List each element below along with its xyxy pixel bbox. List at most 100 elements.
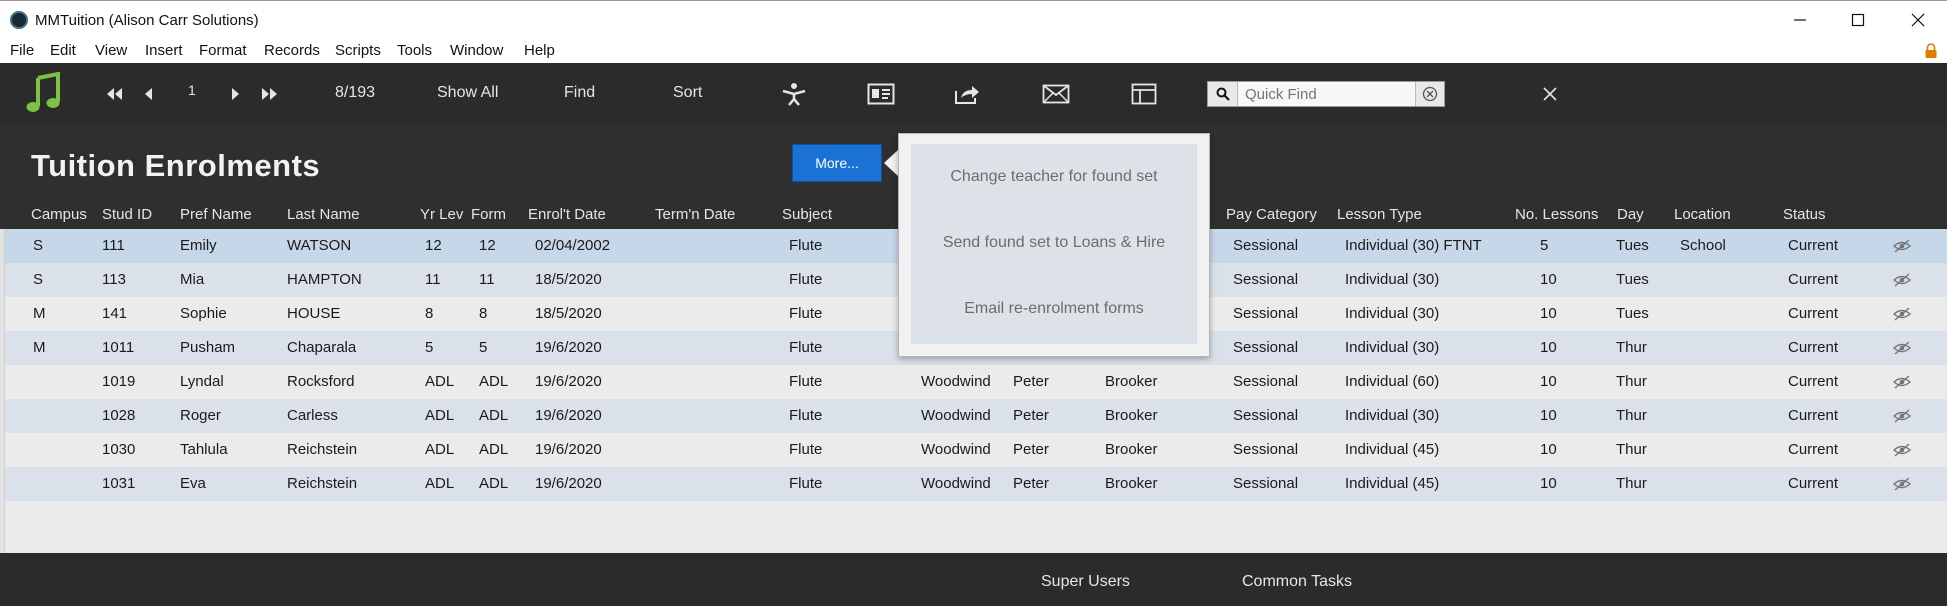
menu-file[interactable]: File xyxy=(10,42,34,59)
cell-pref-name[interactable]: Mia xyxy=(180,271,204,288)
eye-hidden-icon[interactable] xyxy=(1892,408,1912,424)
cell-pref-name[interactable]: Sophie xyxy=(180,305,227,322)
column-header-location[interactable]: Location xyxy=(1674,206,1731,223)
cell-teacher-last-name[interactable]: Brooker xyxy=(1105,475,1158,492)
cell-department[interactable]: Woodwind xyxy=(921,441,991,458)
cell-last-name[interactable]: Reichstein xyxy=(287,441,357,458)
table-row[interactable]: 1030 Tahlula Reichstein ADL ADL 19/6/2020 Flut… xyxy=(5,433,1947,467)
super-users-button[interactable]: Super Users xyxy=(1041,573,1130,591)
last-record-icon[interactable] xyxy=(260,81,278,107)
cell-enrol-date[interactable]: 18/5/2020 xyxy=(535,271,602,288)
email-icon[interactable] xyxy=(1042,81,1070,107)
email-re-enrolment-button[interactable]: Email re-enrolment forms xyxy=(911,289,1197,329)
eye-hidden-icon[interactable] xyxy=(1892,272,1912,288)
cell-pay-category[interactable]: Sessional xyxy=(1233,407,1298,424)
cell-form[interactable]: ADL xyxy=(479,441,508,458)
contact-card-icon[interactable] xyxy=(867,81,895,107)
cell-department[interactable]: Woodwind xyxy=(921,407,991,424)
eye-hidden-icon[interactable] xyxy=(1892,340,1912,356)
cell-last-name[interactable]: Reichstein xyxy=(287,475,357,492)
cell-pref-name[interactable]: Lyndal xyxy=(180,373,224,390)
cell-lesson-type[interactable]: Individual (60) xyxy=(1345,373,1439,390)
cell-lesson-type[interactable]: Individual (30) xyxy=(1345,305,1439,322)
cell-yr-lev[interactable]: ADL xyxy=(425,441,454,458)
cell-subject[interactable]: Flute xyxy=(789,475,822,492)
menu-help[interactable]: Help xyxy=(524,42,555,59)
cell-last-name[interactable]: Carless xyxy=(287,407,338,424)
next-record-icon[interactable] xyxy=(230,81,240,107)
common-tasks-button[interactable]: Common Tasks xyxy=(1242,573,1352,591)
menu-view[interactable]: View xyxy=(95,42,127,59)
column-header-campus[interactable]: Campus xyxy=(31,206,87,223)
cell-pay-category[interactable]: Sessional xyxy=(1233,237,1298,254)
cell-enrol-date[interactable]: 19/6/2020 xyxy=(535,407,602,424)
eye-hidden-icon[interactable] xyxy=(1892,442,1912,458)
column-header-last-name[interactable]: Last Name xyxy=(287,206,360,223)
cell-pref-name[interactable]: Emily xyxy=(180,237,217,254)
column-header-enrol-date[interactable]: Enrol't Date xyxy=(528,206,606,223)
cell-no-lessons[interactable]: 10 xyxy=(1540,271,1557,288)
cell-department[interactable]: Woodwind xyxy=(921,373,991,390)
eye-hidden-icon[interactable] xyxy=(1892,306,1912,322)
cell-day[interactable]: Thur xyxy=(1616,339,1647,356)
cell-form[interactable]: 8 xyxy=(479,305,487,322)
cell-enrol-date[interactable]: 18/5/2020 xyxy=(535,305,602,322)
cell-form[interactable]: 12 xyxy=(479,237,496,254)
cell-pay-category[interactable]: Sessional xyxy=(1233,475,1298,492)
share-icon[interactable] xyxy=(953,81,981,107)
cell-stud-id[interactable]: 1030 xyxy=(102,441,135,458)
cell-form[interactable]: ADL xyxy=(479,373,508,390)
record-number[interactable]: 1 xyxy=(188,82,196,98)
cell-no-lessons[interactable]: 10 xyxy=(1540,373,1557,390)
cell-status[interactable]: Current xyxy=(1788,339,1838,356)
cell-campus[interactable]: S xyxy=(33,271,43,288)
more-button[interactable]: More... xyxy=(792,144,882,182)
cell-no-lessons[interactable]: 5 xyxy=(1540,237,1548,254)
cell-yr-lev[interactable]: ADL xyxy=(425,407,454,424)
menu-window[interactable]: Window xyxy=(450,42,503,59)
cell-day[interactable]: Thur xyxy=(1616,475,1647,492)
change-teacher-button[interactable]: Change teacher for found set xyxy=(911,157,1197,197)
cell-status[interactable]: Current xyxy=(1788,475,1838,492)
cell-last-name[interactable]: WATSON xyxy=(287,237,351,254)
menu-format[interactable]: Format xyxy=(199,42,247,59)
cell-yr-lev[interactable]: 5 xyxy=(425,339,433,356)
cell-enrol-date[interactable]: 19/6/2020 xyxy=(535,441,602,458)
eye-hidden-icon[interactable] xyxy=(1892,238,1912,254)
cell-subject[interactable]: Flute xyxy=(789,305,822,322)
cell-stud-id[interactable]: 111 xyxy=(102,237,125,254)
previous-record-icon[interactable] xyxy=(144,81,154,107)
cell-form[interactable]: 11 xyxy=(479,271,495,288)
cell-subject[interactable]: Flute xyxy=(789,339,822,356)
send-to-loans-hire-button[interactable]: Send found set to Loans & Hire xyxy=(911,223,1197,263)
close-window-button[interactable] xyxy=(1898,7,1938,33)
cell-status[interactable]: Current xyxy=(1788,237,1838,254)
cell-lesson-type[interactable]: Individual (30) FTNT xyxy=(1345,237,1482,254)
cell-stud-id[interactable]: 1011 xyxy=(102,339,134,356)
cell-pay-category[interactable]: Sessional xyxy=(1233,305,1298,322)
table-layout-icon[interactable] xyxy=(1131,81,1157,107)
cell-status[interactable]: Current xyxy=(1788,271,1838,288)
column-header-term-date[interactable]: Term'n Date xyxy=(655,206,735,223)
cell-lesson-type[interactable]: Individual (30) xyxy=(1345,339,1439,356)
cell-status[interactable]: Current xyxy=(1788,407,1838,424)
cell-no-lessons[interactable]: 10 xyxy=(1540,407,1557,424)
menu-scripts[interactable]: Scripts xyxy=(335,42,381,59)
show-all-button[interactable]: Show All xyxy=(437,84,498,102)
cell-campus[interactable]: S xyxy=(33,237,43,254)
music-note-icon[interactable] xyxy=(26,71,62,115)
clear-icon[interactable] xyxy=(1415,82,1444,106)
cell-enrol-date[interactable]: 19/6/2020 xyxy=(535,339,602,356)
column-header-pref-name[interactable]: Pref Name xyxy=(180,206,252,223)
cell-status[interactable]: Current xyxy=(1788,373,1838,390)
cell-form[interactable]: ADL xyxy=(479,475,508,492)
cell-day[interactable]: Thur xyxy=(1616,373,1647,390)
cell-day[interactable]: Tues xyxy=(1616,305,1649,322)
cell-pref-name[interactable]: Roger xyxy=(180,407,221,424)
column-header-lesson-type[interactable]: Lesson Type xyxy=(1337,206,1422,223)
cell-stud-id[interactable]: 141 xyxy=(102,305,127,322)
cell-pay-category[interactable]: Sessional xyxy=(1233,373,1298,390)
table-row[interactable]: 1019 Lyndal Rocksford ADL ADL 19/6/2020 Flute W… xyxy=(5,365,1947,399)
column-header-stud-id[interactable]: Stud ID xyxy=(102,206,152,223)
column-header-no-lessons[interactable]: No. Lessons xyxy=(1515,206,1598,223)
